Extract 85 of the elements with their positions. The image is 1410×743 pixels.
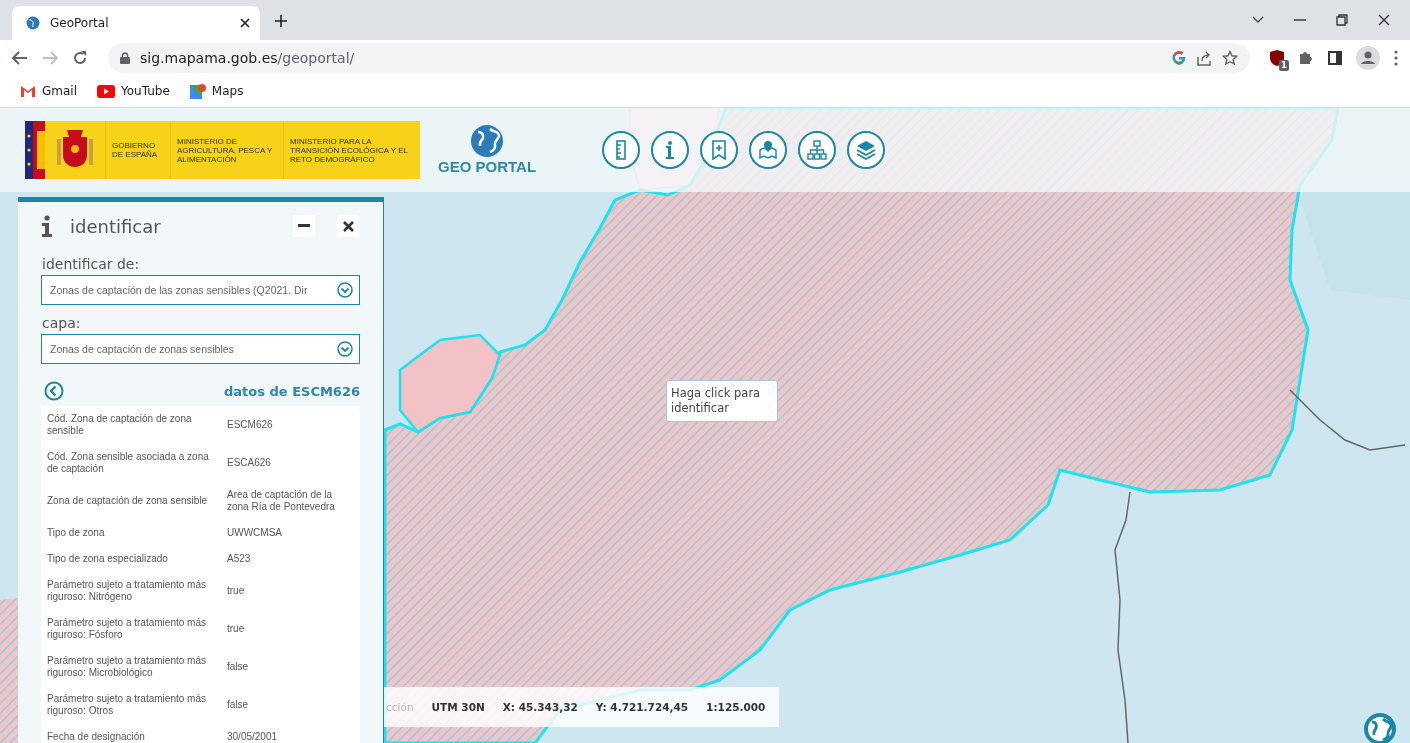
attribute-label: Zona de captación de zona sensible <box>46 494 209 508</box>
star-icon[interactable] <box>1222 50 1238 66</box>
banner-text: MINISTERIO DE AGRICULTURA, PESCA Y ALIMENTACIÓN <box>170 121 283 179</box>
back-arrow-icon[interactable] <box>12 51 28 65</box>
status-text: X: 45.343,32 <box>502 701 578 713</box>
attribute-value: UWWCMSA <box>226 526 283 540</box>
close-icon <box>342 220 354 232</box>
attribute-value: false <box>226 698 250 712</box>
share-icon[interactable] <box>1196 50 1212 66</box>
attribute-value: A523 <box>226 552 252 566</box>
status-text: UTM 30N <box>431 701 485 713</box>
attribute-label: Cód. Zona sensible asociada a zona de captación <box>46 450 210 476</box>
profile-icon[interactable] <box>1356 46 1380 70</box>
bookmark-button[interactable] <box>700 131 739 169</box>
info-icon <box>42 215 52 237</box>
lock-icon <box>120 52 130 64</box>
attribute-value: true <box>226 584 246 598</box>
field-label: capa: <box>41 315 82 331</box>
chevron-left-circle-icon <box>44 381 64 401</box>
info-icon <box>666 141 675 159</box>
restore-icon[interactable] <box>1336 14 1348 26</box>
attribute-value: ESCA626 <box>226 456 272 470</box>
geoportal-logo: GEO PORTAL <box>438 124 537 176</box>
attribute-label: Tipo de zona <box>46 526 106 540</box>
panel-title: identificar <box>70 215 162 237</box>
attribute-value: ESCM626 <box>226 418 274 432</box>
close-button[interactable] <box>337 215 359 237</box>
close-icon[interactable] <box>240 18 250 28</box>
bookmark-link[interactable]: YouTube <box>97 84 170 98</box>
status-text: cción <box>386 701 414 713</box>
attribute-label: Tipo de zona especializado <box>46 552 169 566</box>
layer-dropdown[interactable]: Zonas de captación de zonas sensibles <box>41 334 360 364</box>
globe-icon <box>470 124 505 158</box>
bookmark-link[interactable]: Maps <box>189 83 244 99</box>
puzzle-icon[interactable] <box>1298 50 1314 66</box>
tab-title: GeoPortal <box>50 16 110 30</box>
status-text: 1:125.000 <box>706 701 766 713</box>
attribute-value: Area de captación de la zona Ría de Pontevedra <box>226 488 336 514</box>
minimize-button[interactable] <box>293 215 315 237</box>
extension-badge: 1 <box>1278 60 1289 71</box>
map-pin-icon <box>758 140 779 160</box>
envelope-icon <box>20 85 36 97</box>
attribute-label: Parámetro sujeto a tratamiento más riguroso: Otros <box>46 692 207 718</box>
browser-tab[interactable]: GeoPortal <box>12 6 260 40</box>
attribute-label: Parámetro sujeto a tratamiento más riguroso: Fósforo <box>46 616 207 642</box>
globe-icon <box>1363 712 1397 743</box>
data-heading: datos de ESCM626 <box>224 383 360 399</box>
caret-down-icon[interactable] <box>1252 16 1264 24</box>
map-marker-icon <box>189 83 206 99</box>
attribute-value: true <box>226 622 246 636</box>
field-label: identificar de: <box>41 256 141 272</box>
attribute-value: false <box>226 660 250 674</box>
attribute-label: Cód. Zona de captación de zona sensible <box>46 412 193 438</box>
layers-icon <box>856 140 877 160</box>
side-panel-icon[interactable] <box>1328 51 1342 65</box>
attribute-label: Parámetro sujeto a tratamiento más riguroso: Microbiológico <box>46 654 207 680</box>
plus-icon[interactable] <box>274 14 288 28</box>
info-button[interactable] <box>651 131 690 169</box>
back-button[interactable] <box>44 381 64 401</box>
chevron-down-circle-icon[interactable] <box>337 341 353 357</box>
attribute-label: Fecha de designación <box>46 730 146 743</box>
globe-button[interactable] <box>1363 712 1397 743</box>
attribute-value: 30/05/2001 <box>226 730 279 743</box>
banner-text: GOBIERNO DE ESPAÑA <box>105 121 170 179</box>
attribute-label: Parámetro sujeto a tratamiento más riguroso: Nitrógeno <box>46 578 207 604</box>
hierarchy-icon <box>807 140 828 160</box>
banner-text: MINISTERIO PARA LA TRANSICIÓN ECOLÓGICA Y EL RETO DEMOGRÁFICO <box>283 121 414 179</box>
bookmark-link[interactable]: Gmail <box>20 84 77 98</box>
close-icon[interactable] <box>1378 14 1390 26</box>
status-text: Y: 4.721.724,45 <box>595 701 689 713</box>
google-g-icon[interactable] <box>1172 51 1186 65</box>
minus-icon <box>298 224 310 228</box>
coat-of-arms-icon <box>55 127 95 169</box>
map-pin-button[interactable] <box>749 131 788 169</box>
source-dropdown[interactable]: Zonas de captación de las zonas sensibles (Q2021. Dir <box>41 275 360 305</box>
globe-icon <box>26 16 40 30</box>
address-bar[interactable]: sig.mapama.gob.es/geoportal/ <box>108 43 1250 73</box>
layers-button[interactable] <box>847 131 886 169</box>
chevron-down-circle-icon[interactable] <box>337 282 353 298</box>
ruler-button[interactable] <box>602 131 641 169</box>
menu-icon[interactable] <box>1394 50 1398 66</box>
play-icon <box>97 84 115 98</box>
hierarchy-button[interactable] <box>798 131 837 169</box>
map-tooltip: Haga click para identificar <box>666 380 778 422</box>
reload-icon[interactable] <box>72 50 88 66</box>
